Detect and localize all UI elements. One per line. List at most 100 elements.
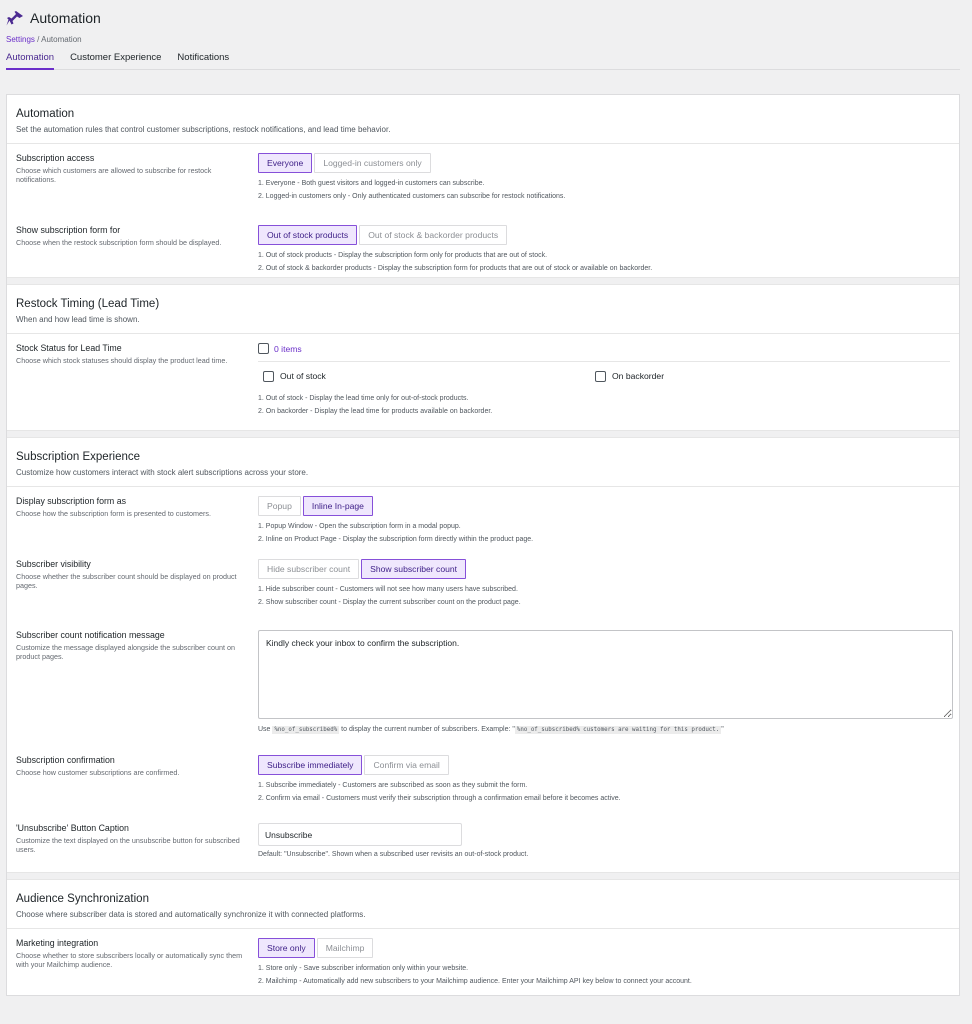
note-line: 1. Out of stock - Display the lead time …	[258, 395, 469, 402]
option-out-of-stock-backorder-button[interactable]: Out of stock & backorder products	[359, 225, 508, 245]
confirmation-toggle: Subscribe immediately Confirm via email	[258, 755, 449, 775]
option-on-backorder[interactable]: On backorder	[595, 369, 664, 383]
option-out-of-stock[interactable]: Out of stock	[258, 369, 595, 383]
note-line: 2. Mailchimp - Automatically add new sub…	[258, 978, 692, 985]
note-line: 1. Subscribe immediately - Customers are…	[258, 782, 528, 789]
breadcrumb-settings-link[interactable]: Settings	[6, 35, 35, 44]
selected-count: 0 items	[274, 344, 302, 354]
checkbox-label: Out of stock	[280, 371, 326, 381]
note-line: 2. Inline on Product Page - Display the …	[258, 536, 534, 543]
section-automation-header: Automation Set the automation rules that…	[7, 95, 959, 144]
out-of-stock-checkbox[interactable]	[263, 370, 274, 382]
display-form-toggle: Popup Inline In-page	[258, 496, 373, 516]
option-inline-button[interactable]: Inline In-page	[302, 496, 373, 516]
section-gap	[7, 430, 959, 438]
pin-icon	[6, 11, 23, 26]
note-line: 2. Show subscriber count - Display the c…	[258, 599, 521, 606]
setting-description: Choose whether to store subscribers loca…	[16, 951, 243, 970]
option-notes: 1. Popup Window - Open the subscription …	[258, 520, 950, 546]
setting-unsubscribe-caption: 'Unsubscribe' Button Caption Customize t…	[7, 822, 959, 872]
option-notes: 1. Out of stock - Display the lead time …	[258, 392, 950, 418]
setting-count-message: Subscriber count notification message Cu…	[7, 628, 959, 751]
option-confirm-via-email-button[interactable]: Confirm via email	[364, 755, 449, 775]
option-notes: 1. Store only - Save subscriber informat…	[258, 962, 950, 988]
section-audience-header: Audience Synchronization Choose where su…	[7, 880, 959, 929]
section-description: Customize how customers interact with st…	[16, 468, 309, 477]
section-title: Audience Synchronization	[16, 893, 149, 905]
section-description: Set the automation rules that control cu…	[16, 125, 391, 134]
hint-text: to display the current number of subscri…	[339, 726, 515, 733]
section-title: Subscription Experience	[16, 451, 141, 463]
setting-label: Subscriber count notification message	[16, 630, 165, 640]
breadcrumb-current: Automation	[41, 35, 82, 44]
on-backorder-checkbox[interactable]	[595, 370, 606, 382]
setting-show-form-for: Show subscription form for Choose when t…	[7, 209, 959, 277]
note-line: 1. Popup Window - Open the subscription …	[258, 523, 461, 530]
note-line: 1. Store only - Save subscriber informat…	[258, 965, 469, 972]
title-row: Automation	[6, 10, 960, 26]
note-line: 2. Confirm via email - Customers must ve…	[258, 795, 621, 802]
setting-description: Choose how the subscription form is pres…	[16, 509, 211, 518]
option-show-count-button[interactable]: Show subscriber count	[361, 559, 467, 579]
tab-notifications[interactable]: Notifications	[177, 51, 229, 70]
page-title: Automation	[30, 10, 101, 26]
checkbox-label: On backorder	[612, 371, 665, 381]
setting-description: Choose which customers are allowed to su…	[16, 166, 212, 185]
setting-label: Stock Status for Lead Time	[16, 343, 122, 353]
example-code: %no_of_subscribed% customers are waiting…	[514, 726, 722, 734]
setting-stock-status-lead-time: Stock Status for Lead Time Choose which …	[7, 334, 959, 430]
note-line: 1. Everyone - Both guest visitors and lo…	[258, 180, 485, 187]
setting-label: Subscription confirmation	[16, 755, 115, 765]
setting-description: Choose whether the subscriber count shou…	[16, 572, 237, 591]
hint-text: Use	[258, 726, 273, 733]
unsubscribe-hint: Default: "Unsubscribe". Shown when a sub…	[258, 851, 529, 858]
page-header: Automation Settings / Automation Automat…	[6, 0, 960, 70]
stock-status-options: Out of stock On backorder	[258, 369, 950, 383]
unsubscribe-caption-input[interactable]	[258, 823, 462, 846]
option-subscribe-immediately-button[interactable]: Subscribe immediately	[258, 755, 363, 775]
setting-label: Show subscription form for	[16, 225, 121, 235]
note-line: 1. Out of stock products - Display the s…	[258, 252, 548, 259]
setting-display-form-as: Display subscription form as Choose how …	[7, 487, 959, 557]
section-title: Automation	[16, 108, 75, 120]
note-line: 1. Hide subscriber count - Customers wil…	[258, 586, 518, 593]
option-mailchimp-button[interactable]: Mailchimp	[316, 938, 374, 958]
marketing-integration-toggle: Store only Mailchimp	[258, 938, 374, 958]
tab-automation[interactable]: Automation	[6, 51, 55, 70]
placeholder-code: %no_of_subscribed%	[272, 726, 340, 734]
section-description: Choose where subscriber data is stored a…	[16, 910, 366, 919]
option-notes: 1. Out of stock products - Display the s…	[258, 249, 950, 275]
subscriber-visibility-toggle: Hide subscriber count Show subscriber co…	[258, 559, 467, 579]
option-popup-button[interactable]: Popup	[258, 496, 301, 516]
option-notes: 1. Subscribe immediately - Customers are…	[258, 779, 950, 805]
note-line: 2. Out of stock & backorder products - D…	[258, 265, 653, 272]
option-notes: 1. Everyone - Both guest visitors and lo…	[258, 177, 950, 203]
setting-description: Customize the text displayed on the unsu…	[16, 836, 240, 855]
setting-label: Subscription access	[16, 153, 95, 163]
subscription-access-toggle: Everyone Logged-in customers only	[258, 153, 431, 173]
setting-subscription-confirmation: Subscription confirmation Choose how cus…	[7, 751, 959, 822]
setting-subscriber-visibility: Subscriber visibility Choose whether the…	[7, 557, 959, 628]
setting-label: Display subscription form as	[16, 496, 126, 506]
setting-label: 'Unsubscribe' Button Caption	[16, 823, 129, 833]
section-restock-timing-header: Restock Timing (Lead Time) When and how …	[7, 285, 959, 334]
note-line: 2. On backorder - Display the lead time …	[258, 408, 493, 415]
section-description: When and how lead time is shown.	[16, 315, 140, 324]
setting-description: Customize the message displayed alongsid…	[16, 643, 235, 662]
option-everyone-button[interactable]: Everyone	[258, 153, 313, 173]
select-all-row: 0 items	[258, 343, 950, 362]
option-logged-in-only-button[interactable]: Logged-in customers only	[314, 153, 431, 173]
setting-subscription-access: Subscription access Choose which custome…	[7, 144, 959, 209]
section-gap	[7, 872, 959, 880]
section-gap	[7, 277, 959, 285]
option-hide-count-button[interactable]: Hide subscriber count	[258, 559, 360, 579]
select-all-checkbox[interactable]	[258, 343, 269, 354]
settings-tabs: Automation Customer Experience Notificat…	[6, 51, 960, 70]
section-subscription-experience-header: Subscription Experience Customize how cu…	[7, 438, 959, 487]
tab-customer-experience[interactable]: Customer Experience	[70, 51, 161, 70]
option-out-of-stock-button[interactable]: Out of stock products	[258, 225, 358, 245]
count-message-textarea[interactable]: Kindly check your inbox to confirm the s…	[258, 630, 953, 719]
hint-text: "	[721, 726, 724, 733]
setting-description: Choose when the restock subscription for…	[16, 238, 222, 247]
option-store-only-button[interactable]: Store only	[258, 938, 315, 958]
